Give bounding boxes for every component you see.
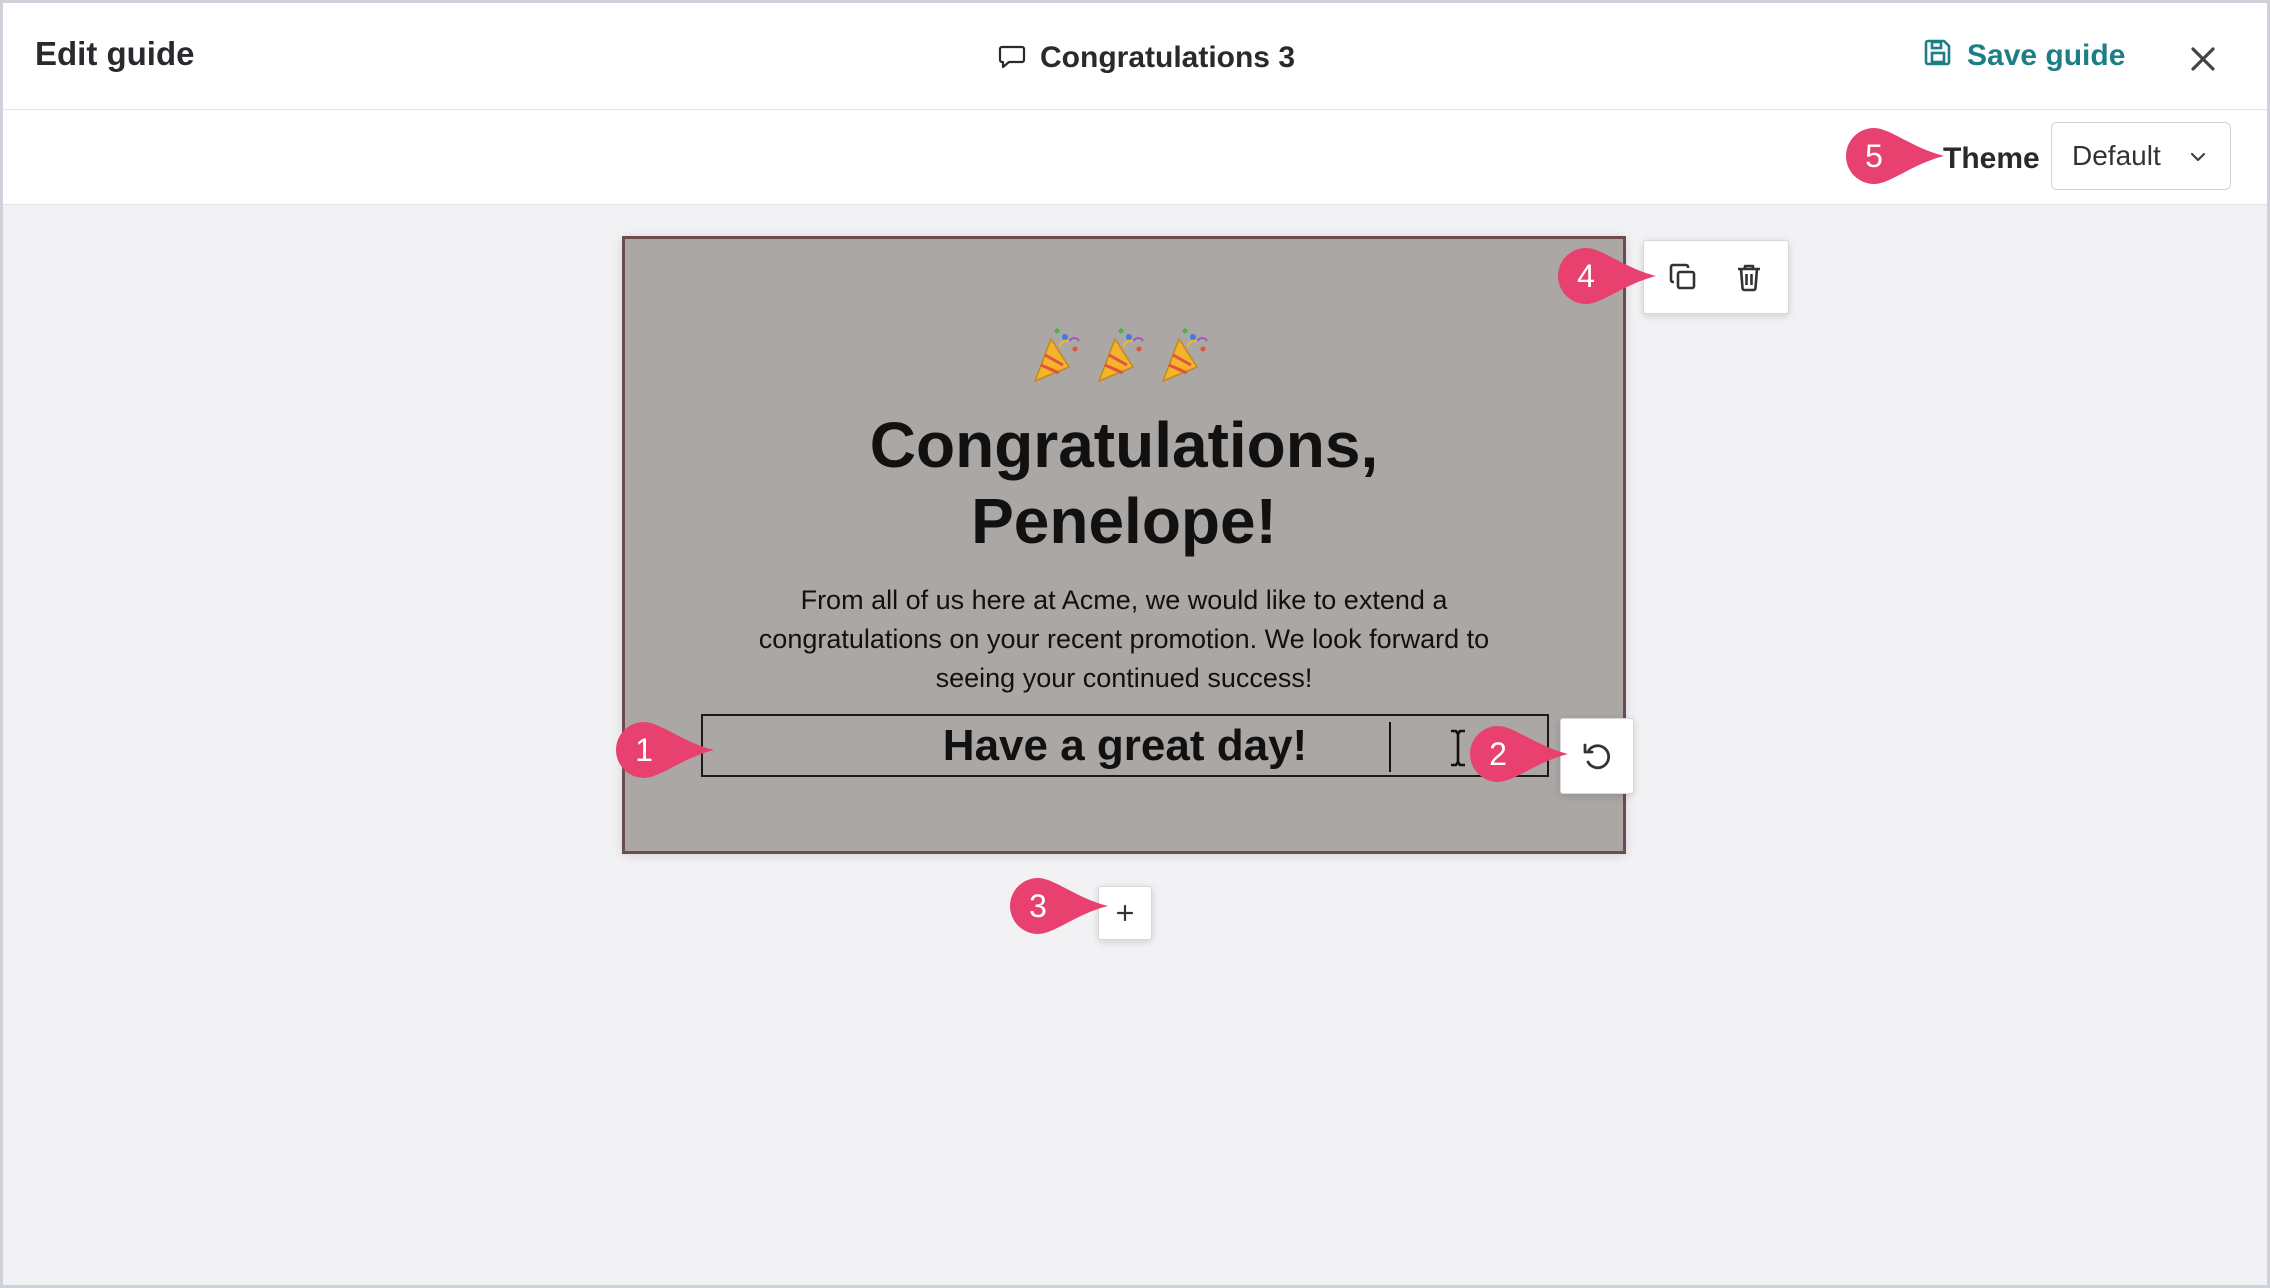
undo-icon xyxy=(1583,743,1611,770)
party-emoji-row xyxy=(625,327,1623,387)
party-popper-icons xyxy=(1033,327,1209,383)
plus-icon xyxy=(1116,904,1134,922)
trash-icon xyxy=(1738,264,1760,292)
save-guide-button[interactable]: Save guide xyxy=(1923,37,2125,75)
callout-marker-2: 2 xyxy=(1468,724,1572,784)
editing-text: Have a great day! xyxy=(942,721,1308,770)
editing-text-field[interactable]: Have a great day! xyxy=(701,714,1549,777)
duplicate-button[interactable] xyxy=(1661,255,1705,299)
text-caret xyxy=(1389,722,1391,772)
card-actions xyxy=(1643,240,1789,314)
editor-header: Edit guide Congratulations 3 Save guide xyxy=(3,3,2267,110)
headline-line-2: Penelope! xyxy=(971,485,1277,557)
save-guide-label: Save guide xyxy=(1967,39,2126,72)
close-button[interactable] xyxy=(2183,39,2223,79)
callout-marker-5: 5 xyxy=(1844,126,1948,186)
theme-select[interactable]: Default xyxy=(2051,122,2231,190)
close-icon xyxy=(2191,47,2215,71)
guide-name: Congratulations 3 xyxy=(1040,41,1296,74)
message-icon xyxy=(998,42,1026,75)
theme-label: Theme xyxy=(1943,142,2040,175)
delete-button[interactable] xyxy=(1727,255,1771,299)
theme-select-value: Default xyxy=(2072,140,2161,171)
card-body-text: From all of us here at Acme, we would li… xyxy=(758,585,1490,693)
chevron-down-icon xyxy=(2190,152,2206,162)
headline-line-1: Congratulations, xyxy=(869,409,1379,481)
callout-marker-3: 3 xyxy=(1008,876,1112,936)
page-title: Edit guide xyxy=(35,35,195,72)
callout-marker-4: 4 xyxy=(1556,246,1660,306)
duplicate-icon xyxy=(1669,263,1696,290)
card-headline: Congratulations, Penelope! xyxy=(625,407,1623,559)
text-cursor-icon xyxy=(1451,729,1465,767)
save-icon xyxy=(1923,37,1953,75)
callout-marker-1: 1 xyxy=(614,720,718,780)
guide-name-area: Congratulations 3 xyxy=(998,36,1295,80)
